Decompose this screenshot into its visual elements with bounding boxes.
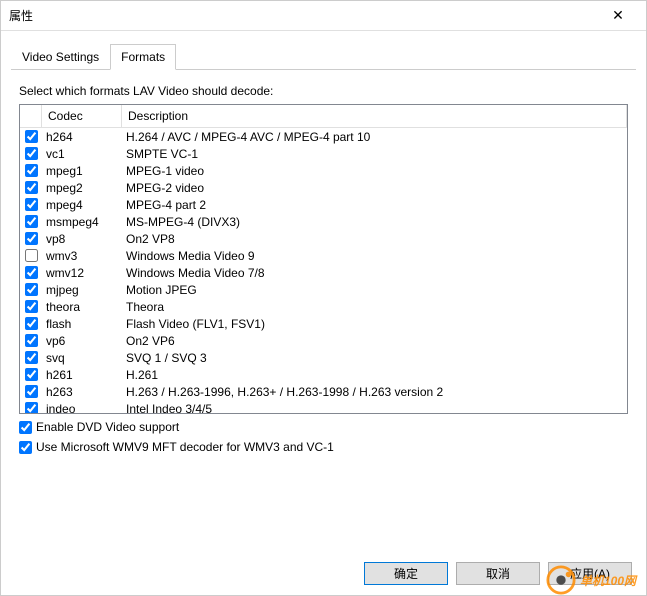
format-checkbox[interactable] [25,164,38,177]
table-row[interactable]: mpeg4MPEG-4 part 2 [20,196,627,213]
description-cell: Windows Media Video 7/8 [122,266,627,280]
formats-list: Codec Description h264H.264 / AVC / MPEG… [19,104,628,414]
close-button[interactable]: ✕ [598,2,638,30]
table-row[interactable]: theoraTheora [20,298,627,315]
description-cell: SMPTE VC-1 [122,147,627,161]
codec-cell: vp6 [42,334,122,348]
apply-button[interactable]: 应用(A) [548,562,632,585]
table-row[interactable]: vc1SMPTE VC-1 [20,145,627,162]
content-area: Video Settings Formats Select which form… [1,31,646,470]
description-cell: MPEG-4 part 2 [122,198,627,212]
codec-cell: flash [42,317,122,331]
codec-cell: mpeg2 [42,181,122,195]
window-title: 属性 [9,7,598,24]
table-row[interactable]: flashFlash Video (FLV1, FSV1) [20,315,627,332]
wmv9-label[interactable]: Use Microsoft WMV9 MFT decoder for WMV3 … [36,440,334,454]
description-cell: MPEG-1 video [122,164,627,178]
codec-cell: h263 [42,385,122,399]
format-checkbox[interactable] [25,317,38,330]
close-icon: ✕ [612,7,624,24]
option-wmv9-row: Use Microsoft WMV9 MFT decoder for WMV3 … [19,440,628,454]
codec-cell: mjpeg [42,283,122,297]
codec-cell: vp8 [42,232,122,246]
column-codec[interactable]: Codec [42,105,122,127]
titlebar: 属性 ✕ [1,1,646,31]
tab-panel-formats: Select which formats LAV Video should de… [11,70,636,462]
list-body[interactable]: h264H.264 / AVC / MPEG-4 AVC / MPEG-4 pa… [20,128,627,413]
format-checkbox[interactable] [25,402,38,413]
ok-button[interactable]: 确定 [364,562,448,585]
format-checkbox[interactable] [25,249,38,262]
table-row[interactable]: mjpegMotion JPEG [20,281,627,298]
codec-cell: h261 [42,368,122,382]
format-checkbox[interactable] [25,198,38,211]
codec-cell: vc1 [42,147,122,161]
description-cell: MS-MPEG-4 (DIVX3) [122,215,627,229]
description-cell: H.261 [122,368,627,382]
table-row[interactable]: svqSVQ 1 / SVQ 3 [20,349,627,366]
codec-cell: svq [42,351,122,365]
description-cell: Intel Indeo 3/4/5 [122,402,627,414]
column-description[interactable]: Description [122,105,627,127]
description-cell: Flash Video (FLV1, FSV1) [122,317,627,331]
format-checkbox[interactable] [25,181,38,194]
table-row[interactable]: wmv12Windows Media Video 7/8 [20,264,627,281]
codec-cell: mpeg4 [42,198,122,212]
description-cell: Windows Media Video 9 [122,249,627,263]
table-row[interactable]: indeoIntel Indeo 3/4/5 [20,400,627,413]
codec-cell: h264 [42,130,122,144]
format-checkbox[interactable] [25,147,38,160]
format-checkbox[interactable] [25,215,38,228]
format-checkbox[interactable] [25,130,38,143]
format-checkbox[interactable] [25,283,38,296]
instruction-text: Select which formats LAV Video should de… [19,84,628,98]
codec-cell: msmpeg4 [42,215,122,229]
list-header: Codec Description [20,105,627,128]
format-checkbox[interactable] [25,351,38,364]
codec-cell: theora [42,300,122,314]
codec-cell: wmv12 [42,266,122,280]
description-cell: H.263 / H.263-1996, H.263+ / H.263-1998 … [122,385,627,399]
format-checkbox[interactable] [25,368,38,381]
codec-cell: indeo [42,402,122,414]
description-cell: Motion JPEG [122,283,627,297]
format-checkbox[interactable] [25,232,38,245]
table-row[interactable]: vp8On2 VP8 [20,230,627,247]
description-cell: H.264 / AVC / MPEG-4 AVC / MPEG-4 part 1… [122,130,627,144]
format-checkbox[interactable] [25,300,38,313]
tab-formats[interactable]: Formats [110,44,176,70]
table-row[interactable]: h264H.264 / AVC / MPEG-4 AVC / MPEG-4 pa… [20,128,627,145]
table-row[interactable]: vp6On2 VP6 [20,332,627,349]
column-checkbox[interactable] [20,105,42,127]
dvd-checkbox[interactable] [19,421,32,434]
button-bar: 确定 取消 应用(A) [364,562,632,585]
format-checkbox[interactable] [25,334,38,347]
description-cell: On2 VP8 [122,232,627,246]
dvd-label[interactable]: Enable DVD Video support [36,420,179,434]
table-row[interactable]: wmv3Windows Media Video 9 [20,247,627,264]
description-cell: On2 VP6 [122,334,627,348]
option-dvd-row: Enable DVD Video support [19,420,628,434]
table-row[interactable]: h261H.261 [20,366,627,383]
codec-cell: mpeg1 [42,164,122,178]
table-row[interactable]: h263H.263 / H.263-1996, H.263+ / H.263-1… [20,383,627,400]
description-cell: MPEG-2 video [122,181,627,195]
codec-cell: wmv3 [42,249,122,263]
description-cell: SVQ 1 / SVQ 3 [122,351,627,365]
wmv9-checkbox[interactable] [19,441,32,454]
cancel-button[interactable]: 取消 [456,562,540,585]
table-row[interactable]: msmpeg4MS-MPEG-4 (DIVX3) [20,213,627,230]
tab-video-settings[interactable]: Video Settings [11,44,110,70]
format-checkbox[interactable] [25,385,38,398]
tab-strip: Video Settings Formats [11,43,636,70]
table-row[interactable]: mpeg2MPEG-2 video [20,179,627,196]
format-checkbox[interactable] [25,266,38,279]
description-cell: Theora [122,300,627,314]
table-row[interactable]: mpeg1MPEG-1 video [20,162,627,179]
